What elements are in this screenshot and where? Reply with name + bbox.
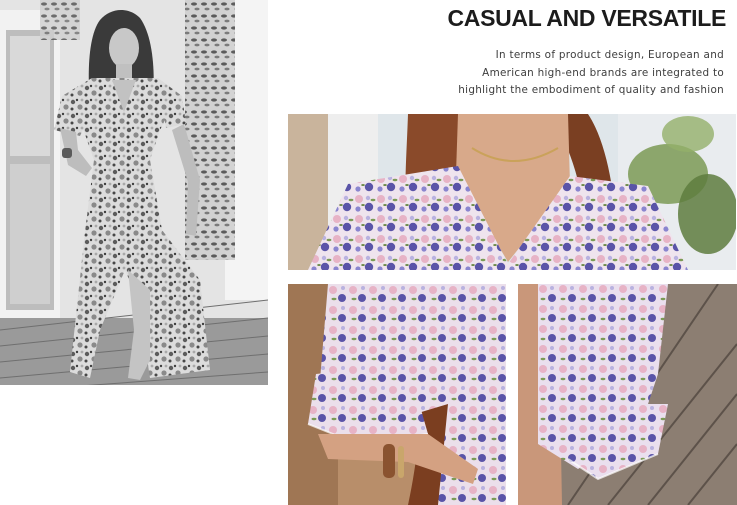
- hem-closeup-photo: [518, 284, 737, 505]
- product-description: In terms of product design, European and…: [434, 47, 724, 100]
- description-line: American high-end brands are integrated …: [482, 66, 724, 79]
- sleeve-closeup-photo: [288, 284, 506, 505]
- neckline-closeup-photo: [288, 114, 736, 270]
- description-line: In terms of product design, European and: [495, 49, 724, 61]
- headline: CASUAL AND VERSATILE: [447, 5, 726, 31]
- model-full-length-photo: [0, 0, 268, 385]
- description-line: highlight the embodiment of quality and …: [458, 84, 724, 96]
